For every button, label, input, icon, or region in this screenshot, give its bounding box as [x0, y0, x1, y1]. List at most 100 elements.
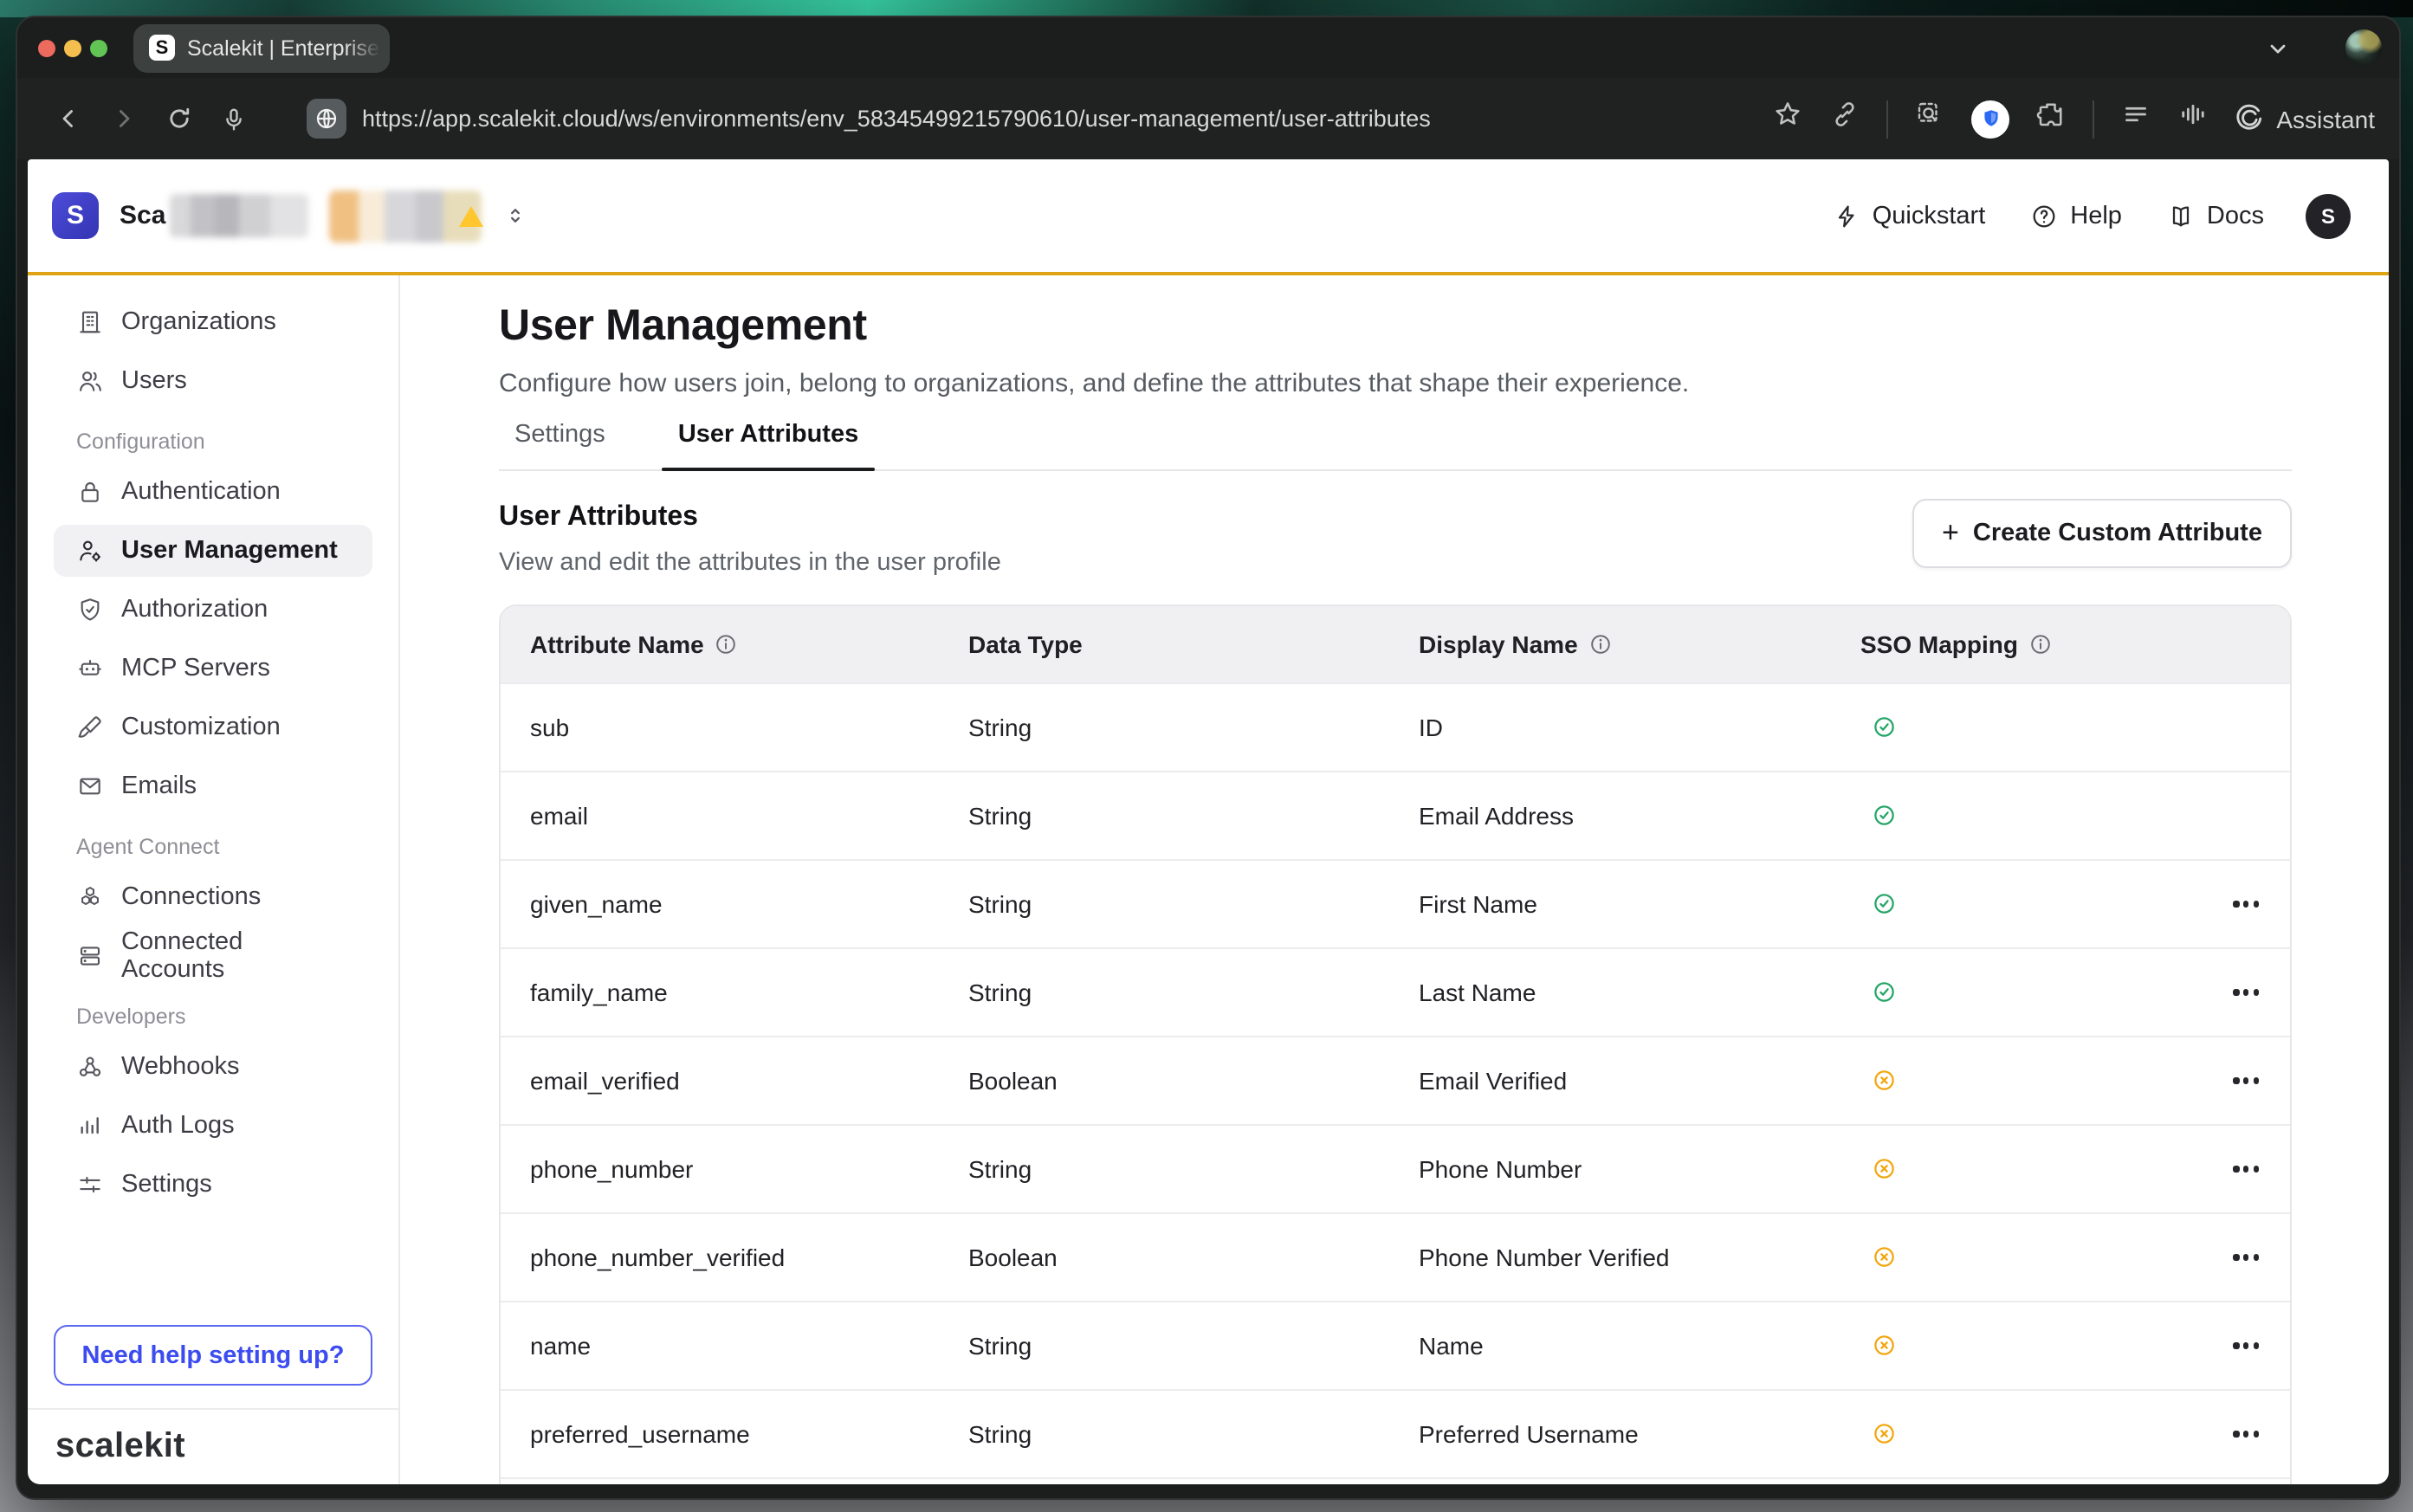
info-icon[interactable]: [715, 632, 739, 656]
toolbar-right-actions: Assistant: [1772, 99, 2375, 139]
password-manager-shield-icon[interactable]: [1971, 100, 2009, 138]
row-actions-menu[interactable]: [2151, 1078, 2290, 1083]
tab-bar: Settings User Attributes: [499, 414, 2292, 471]
info-icon[interactable]: [1588, 632, 1613, 656]
table-row: family_name String Last Name: [501, 947, 2290, 1036]
minimize-window-button[interactable]: [64, 39, 81, 56]
bookmark-star-icon[interactable]: [1772, 99, 1803, 139]
sidebar-item-user-management[interactable]: User Management: [54, 525, 372, 577]
row-actions-menu[interactable]: [2151, 990, 2290, 995]
display-name-cell: Email Verified: [1419, 1067, 1860, 1095]
sidebar-item-authentication[interactable]: Authentication: [54, 466, 372, 518]
browser-profile-icon[interactable]: [2345, 29, 2382, 66]
back-icon[interactable]: [47, 98, 88, 139]
lock-icon: [76, 478, 104, 506]
sidebar-item-connected-accounts[interactable]: Connected Accounts: [54, 930, 372, 982]
attribute-name-cell: name: [501, 1332, 968, 1360]
quickstart-button[interactable]: Quickstart: [1833, 202, 1986, 229]
find-in-page-icon[interactable]: [1914, 99, 1945, 139]
section-header: User Attributes View and edit the attrib…: [499, 499, 2292, 580]
sidebar-item-auth-logs[interactable]: Auth Logs: [54, 1100, 372, 1152]
sidebar-item-organizations[interactable]: Organizations: [54, 296, 372, 348]
sso-unmapped-x-icon: [1873, 1246, 1896, 1270]
plus-icon: +: [1942, 518, 1959, 547]
waveform-icon[interactable]: [2177, 99, 2209, 139]
users-icon: [76, 367, 104, 395]
sidebar-item-mcp-servers[interactable]: MCP Servers: [54, 643, 372, 695]
sidebar-item-customization[interactable]: Customization: [54, 701, 372, 753]
need-help-button[interactable]: Need help setting up?: [54, 1325, 372, 1386]
sliders-icon: [76, 1171, 104, 1199]
data-type-cell: String: [968, 802, 1419, 830]
scalekit-logo: S: [52, 192, 99, 239]
sidebar-section-developers: Developers: [76, 1005, 372, 1029]
reload-icon[interactable]: [158, 98, 199, 139]
mic-icon[interactable]: [213, 98, 255, 139]
scalekit-wordmark: scalekit: [55, 1427, 185, 1467]
tab-user-attributes[interactable]: User Attributes: [663, 414, 874, 469]
scalekit-app: S Sca Quickstart Help: [28, 159, 2389, 1484]
assistant-button[interactable]: Assistant: [2235, 104, 2375, 133]
row-actions-menu[interactable]: [2151, 1255, 2290, 1260]
sidebar-item-users[interactable]: Users: [54, 355, 372, 407]
tab-favicon: S: [149, 35, 175, 61]
attribute-name-cell: preferred_username: [501, 1420, 968, 1448]
warning-triangle-icon: [458, 205, 482, 226]
sidebar: Organizations Users Configuration Authen…: [28, 275, 400, 1484]
zoom-window-button[interactable]: [90, 39, 107, 56]
help-button[interactable]: Help: [2030, 202, 2122, 229]
sso-mapped-check-icon: [1873, 981, 1896, 1005]
close-window-button[interactable]: [38, 39, 55, 56]
display-name-cell: ID: [1419, 714, 1860, 741]
table-row: given_name String First Name: [501, 859, 2290, 947]
browser-tabbar: S Scalekit | Enterprise Ready A: [17, 17, 2399, 78]
bolt-icon: [1833, 202, 1860, 229]
stack-icon: [76, 942, 104, 970]
user-gear-icon: [76, 537, 104, 565]
book-icon: [2167, 202, 2195, 229]
create-custom-attribute-button[interactable]: + Create Custom Attribute: [1912, 499, 2292, 568]
sidebar-item-connections[interactable]: Connections: [54, 871, 372, 923]
docs-button[interactable]: Docs: [2167, 202, 2264, 229]
extensions-puzzle-icon[interactable]: [2035, 99, 2067, 139]
address-bar[interactable]: https://app.scalekit.cloud/ws/environmen…: [362, 106, 1751, 132]
table-row-clipped: [501, 1477, 2290, 1484]
copy-link-icon[interactable]: [1829, 99, 1860, 139]
forward-icon[interactable]: [102, 98, 144, 139]
browser-toolbar: https://app.scalekit.cloud/ws/environmen…: [17, 78, 2399, 159]
attribute-name-cell: phone_number: [501, 1155, 968, 1183]
info-icon[interactable]: [2028, 632, 2053, 656]
row-actions-menu[interactable]: [2151, 1343, 2290, 1348]
menu-lines-icon[interactable]: [2120, 99, 2151, 139]
paintbrush-icon: [76, 714, 104, 741]
globe-icon[interactable]: [307, 99, 346, 139]
attribute-name-cell: sub: [501, 714, 968, 741]
toolbar-divider: [2093, 100, 2094, 138]
sidebar-item-authorization[interactable]: Authorization: [54, 584, 372, 636]
display-name-cell: Email Address: [1419, 802, 1860, 830]
tab-list-chevron-icon[interactable]: [2266, 36, 2290, 60]
browser-window: S Scalekit | Enterprise Ready A: [16, 16, 2401, 1500]
app-header: S Sca Quickstart Help: [28, 159, 2389, 275]
header-links: Quickstart Help Docs: [1833, 202, 2264, 229]
sso-unmapped-x-icon: [1873, 1158, 1896, 1181]
display-name-cell: First Name: [1419, 890, 1860, 918]
toolbar-divider: [1886, 100, 1888, 138]
browser-tab[interactable]: S Scalekit | Enterprise Ready A: [133, 23, 390, 72]
sidebar-item-webhooks[interactable]: Webhooks: [54, 1041, 372, 1093]
row-actions-menu[interactable]: [2151, 901, 2290, 907]
user-avatar[interactable]: S: [2306, 193, 2351, 238]
help-circle-icon: [2030, 202, 2058, 229]
workspace-switcher-chevron-icon[interactable]: [503, 204, 526, 227]
attribute-name-cell: email_verified: [501, 1067, 968, 1095]
tab-settings[interactable]: Settings: [499, 414, 621, 469]
sidebar-item-emails[interactable]: Emails: [54, 760, 372, 812]
sidebar-item-settings[interactable]: Settings: [54, 1159, 372, 1211]
table-row: preferred_username String Preferred User…: [501, 1389, 2290, 1477]
column-display-name: Display Name: [1419, 630, 1860, 658]
sidebar-footer: scalekit: [28, 1408, 398, 1484]
sso-unmapped-x-icon: [1873, 1069, 1896, 1093]
assistant-icon: [2235, 104, 2264, 133]
row-actions-menu[interactable]: [2151, 1166, 2290, 1172]
row-actions-menu[interactable]: [2151, 1431, 2290, 1437]
